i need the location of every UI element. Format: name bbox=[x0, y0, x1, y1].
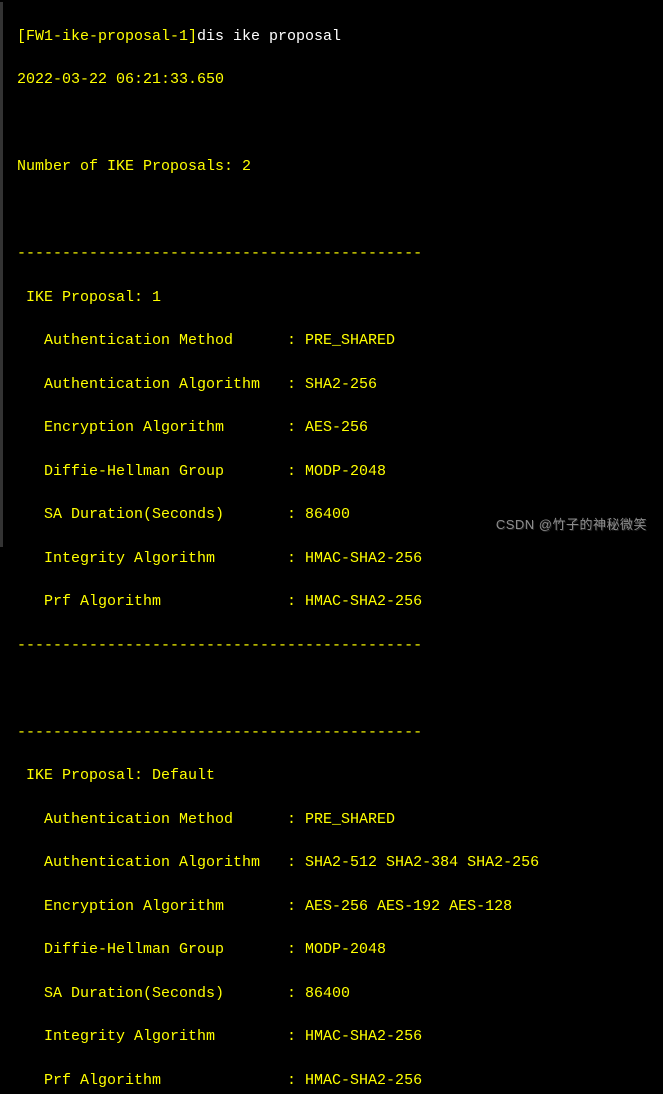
terminal-output[interactable]: [FW1-ike-proposal-1]dis ike proposal 202… bbox=[0, 2, 663, 547]
proposal-title: IKE Proposal: Default bbox=[17, 765, 655, 787]
prf-algo-row: Prf Algorithm : HMAC-SHA2-256 bbox=[17, 591, 655, 613]
enc-algo-row: Encryption Algorithm : AES-256 AES-192 A… bbox=[17, 896, 655, 918]
proposal-title: IKE Proposal: 1 bbox=[17, 287, 655, 309]
auth-method-row: Authentication Method : PRE_SHARED bbox=[17, 330, 655, 352]
dh-group-row: Diffie-Hellman Group : MODP-2048 bbox=[17, 461, 655, 483]
blank-line bbox=[17, 678, 655, 700]
prf-algo-row: Prf Algorithm : HMAC-SHA2-256 bbox=[17, 1070, 655, 1092]
auth-algo-row: Authentication Algorithm : SHA2-512 SHA2… bbox=[17, 852, 655, 874]
sa-duration-row: SA Duration(Seconds) : 86400 bbox=[17, 504, 655, 526]
sa-duration-row: SA Duration(Seconds) : 86400 bbox=[17, 983, 655, 1005]
blank-line bbox=[17, 113, 655, 135]
auth-method-row: Authentication Method : PRE_SHARED bbox=[17, 809, 655, 831]
divider-line: ----------------------------------------… bbox=[17, 243, 655, 265]
blank-line bbox=[17, 200, 655, 222]
auth-algo-row: Authentication Algorithm : SHA2-256 bbox=[17, 374, 655, 396]
divider-line: ----------------------------------------… bbox=[17, 722, 655, 744]
prompt-line: [FW1-ike-proposal-1]dis ike proposal bbox=[17, 26, 655, 48]
enc-algo-row: Encryption Algorithm : AES-256 bbox=[17, 417, 655, 439]
integrity-algo-row: Integrity Algorithm : HMAC-SHA2-256 bbox=[17, 548, 655, 570]
divider-line: ----------------------------------------… bbox=[17, 635, 655, 657]
integrity-algo-row: Integrity Algorithm : HMAC-SHA2-256 bbox=[17, 1026, 655, 1048]
prompt-context: [FW1-ike-proposal-1] bbox=[17, 28, 197, 45]
timestamp: 2022-03-22 06:21:33.650 bbox=[17, 69, 655, 91]
proposal-count: Number of IKE Proposals: 2 bbox=[17, 156, 655, 178]
command-input: dis ike proposal bbox=[197, 28, 341, 45]
dh-group-row: Diffie-Hellman Group : MODP-2048 bbox=[17, 939, 655, 961]
